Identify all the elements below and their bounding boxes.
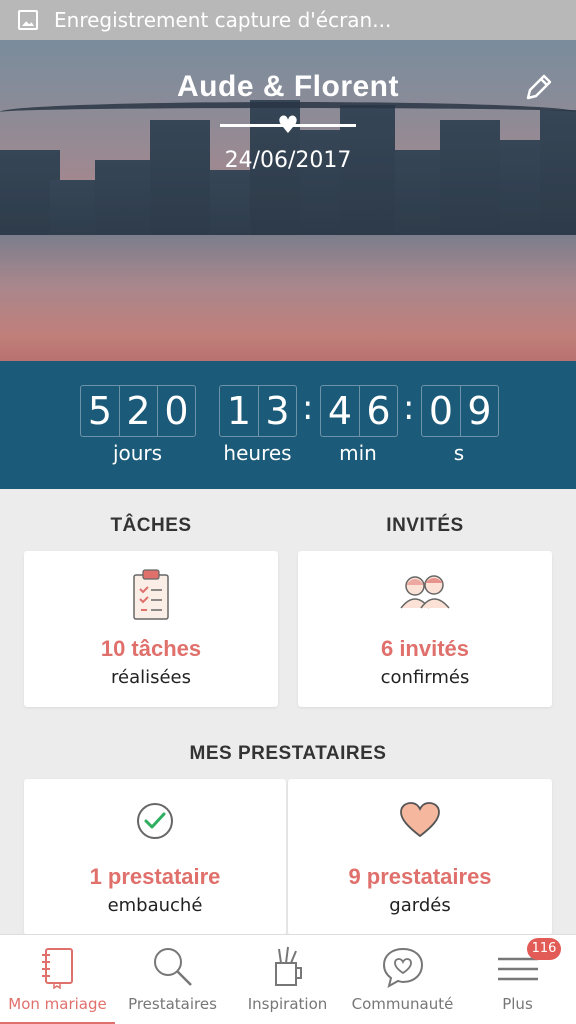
tasks-subtitle: réalisées — [110, 667, 191, 688]
hired-vendors-count: 1 prestataire — [89, 864, 221, 889]
nav-label: Plus — [502, 995, 533, 1013]
guests-subtitle: confirmés — [380, 667, 470, 688]
days-label: jours — [112, 441, 163, 465]
countdown-colon: : — [403, 388, 415, 428]
guests-title: INVITÉS — [386, 515, 464, 536]
wedding-date: 24/06/2017 — [224, 148, 352, 173]
screenshot-icon — [18, 10, 38, 30]
countdown-digit: 3 — [258, 386, 296, 436]
heart-icon: ♥ — [277, 111, 299, 139]
checklist-icon — [133, 569, 169, 620]
countdown-digit: 0 — [157, 386, 195, 436]
nav-mon-mariage[interactable]: Mon mariage — [0, 935, 115, 1024]
countdown-seconds: 0 9 — [421, 385, 499, 437]
countdown-digit: 0 — [428, 389, 454, 433]
guests-card[interactable]: 6 invités confirmés — [298, 551, 552, 707]
countdown-days: 5 2 0 — [80, 385, 196, 437]
status-bar-text: Enregistrement capture d'écran... — [54, 8, 392, 32]
countdown-panel: 5 2 0 1 3 : 4 6 : 0 9 jours heures min s — [0, 361, 576, 489]
countdown-digit: 5 — [87, 389, 113, 433]
countdown-digit: 9 — [460, 386, 498, 436]
countdown-digit: 1 — [226, 389, 252, 433]
tasks-card[interactable]: 10 tâches réalisées — [24, 551, 278, 707]
status-bar: Enregistrement capture d'écran... — [0, 0, 576, 40]
nav-communaute[interactable]: Communauté — [345, 935, 460, 1024]
tasks-title: TÂCHES — [110, 515, 192, 536]
saved-vendors-count: 9 prestataires — [348, 864, 492, 889]
guests-count: 6 invités — [380, 636, 470, 661]
pencil-icon — [526, 74, 552, 100]
check-circle-icon — [137, 803, 173, 839]
bottom-nav: Mon mariage Prestataires Inspiration Com… — [0, 934, 576, 1024]
countdown-hours: 1 3 — [219, 385, 297, 437]
notebook-icon — [41, 948, 73, 989]
hours-label: heures — [223, 441, 292, 465]
search-icon — [153, 948, 192, 986]
nav-label: Communauté — [351, 995, 454, 1013]
chat-heart-icon — [382, 947, 423, 988]
hired-vendors-card[interactable]: 1 prestataire embauché — [24, 779, 286, 935]
countdown-digit: 4 — [327, 389, 353, 433]
nav-label: Mon mariage — [8, 995, 107, 1013]
nav-label: Prestataires — [128, 995, 217, 1013]
seconds-label: s — [453, 441, 465, 465]
edit-button[interactable] — [522, 70, 556, 104]
heart-icon — [400, 802, 440, 838]
saved-vendors-subtitle: gardés — [389, 895, 451, 916]
hired-vendors-subtitle: embauché — [107, 895, 203, 916]
countdown-digit: 6 — [359, 386, 397, 436]
guests-icon — [400, 575, 450, 609]
countdown-minutes: 4 6 — [320, 385, 398, 437]
nav-inspiration[interactable]: Inspiration — [230, 935, 345, 1024]
pencil-cup-icon — [274, 946, 302, 986]
countdown-colon: : — [302, 388, 314, 428]
tasks-count: 10 tâches — [100, 636, 202, 661]
minutes-label: min — [339, 441, 377, 465]
vendors-title: MES PRESTATAIRES — [189, 743, 387, 764]
saved-vendors-card[interactable]: 9 prestataires gardés — [288, 779, 552, 935]
countdown-digit: 2 — [119, 386, 157, 436]
couple-names: Aude & Florent — [177, 70, 399, 103]
nav-label: Inspiration — [247, 995, 328, 1013]
nav-prestataires[interactable]: Prestataires — [115, 935, 230, 1024]
notification-badge: 116 — [527, 938, 561, 960]
